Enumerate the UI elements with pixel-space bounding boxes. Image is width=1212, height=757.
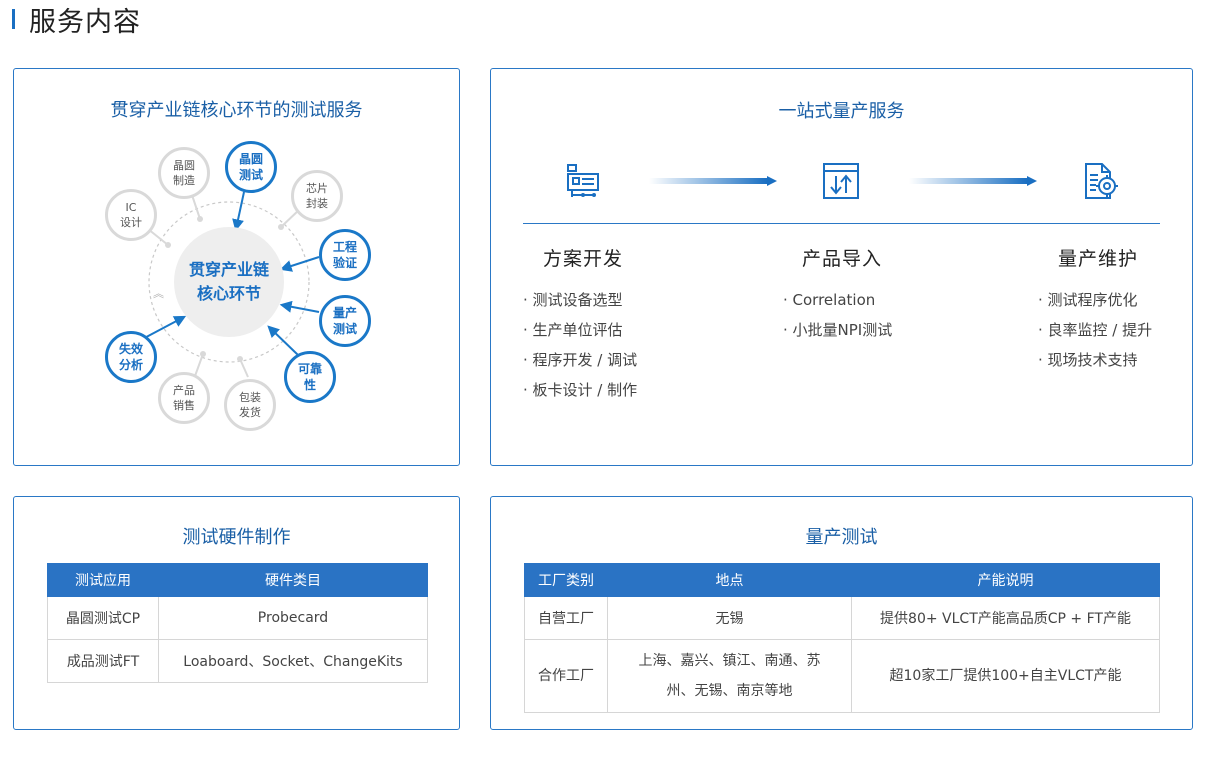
list-item: · 生产单位评估 — [523, 321, 623, 339]
node-chip-packaging: 芯片 封装 — [291, 170, 343, 222]
table-cell-multiline: 上海、嘉兴、镇江、南通、苏 州、无锡、南京等地 — [607, 639, 852, 713]
column-list: · Correlation · 小批量NPI测试 — [783, 285, 901, 345]
list-item: · 程序开发 / 调试 — [523, 351, 638, 369]
node-label: 产品 — [173, 384, 195, 397]
node-product-sales: 产品 销售 — [158, 372, 210, 424]
node-label: 包装 — [239, 391, 261, 404]
table-header-cell: 硬件类目 — [158, 563, 428, 597]
list-item: · Correlation — [783, 291, 876, 309]
column-list: · 测试程序优化 · 良率监控 / 提升 · 现场技术支持 — [1038, 285, 1158, 375]
mass-production-test-card: 量产测试 工厂类别 地点 产能说明 自营工厂 无锡 提供80+ VLCT产能高品… — [490, 496, 1193, 730]
section-divider — [523, 223, 1160, 224]
table-header-cell: 地点 — [607, 563, 852, 597]
node-reliability: 可靠性 — [284, 351, 336, 403]
node-label: 晶圆 — [173, 159, 195, 172]
flow-arrow-2 — [909, 176, 1037, 186]
node-label: 销售 — [173, 399, 195, 412]
column-title: 产品导入 — [801, 248, 882, 270]
list-item: · 测试设备选型 — [523, 291, 623, 309]
list-item: · 良率监控 / 提升 — [1038, 321, 1153, 339]
page-title: 服务内容 — [29, 6, 141, 38]
node-label: 晶圆 — [238, 152, 263, 166]
node-label: 量产 — [332, 306, 357, 320]
node-label: 分析 — [118, 358, 143, 372]
industry-chain-card: 贯穿产业链核心环节的测试服务 ︽ 贯穿产业链 核心环节 晶圆 制造 IC 设计 … — [13, 68, 460, 466]
test-hardware-title: 测试硬件制作 — [182, 527, 291, 548]
node-label: 失效 — [118, 342, 143, 356]
node-packing-shipping: 包装 发货 — [224, 379, 276, 431]
chevron-up-icon: ︽ — [153, 287, 164, 300]
column-solution-development: 方案开发 · 测试设备选型 · 生产单位评估 · 程序开发 / 调试 · 板卡设… — [523, 244, 643, 405]
node-ic-design: IC 设计 — [105, 189, 157, 241]
node-label: 制造 — [173, 174, 195, 187]
list-item: · 测试程序优化 — [1038, 291, 1138, 309]
center-label-line1: 贯穿产业链 — [188, 260, 269, 279]
document-gear-icon — [1085, 163, 1118, 199]
list-item: · 板卡设计 / 制作 — [523, 381, 638, 399]
test-hardware-card: 测试硬件制作 测试应用 硬件类目 晶圆测试CP Probecard 成品测试FT… — [13, 496, 460, 730]
table-cell: Probecard — [158, 596, 428, 640]
mass-production-test-title: 量产测试 — [805, 527, 878, 548]
location-line: 上海、嘉兴、镇江、南通、苏 — [638, 653, 821, 669]
table-cell: 自营工厂 — [524, 596, 608, 640]
node-label: 测试 — [238, 168, 263, 182]
onestop-title: 一站式量产服务 — [778, 101, 905, 122]
chain-center-circle: 贯穿产业链 核心环节 — [174, 227, 284, 337]
table-cell: 合作工厂 — [524, 639, 608, 713]
column-mass-production-maintenance: 量产维护 · 测试程序优化 · 良率监控 / 提升 · 现场技术支持 — [1038, 244, 1158, 375]
list-item: · 现场技术支持 — [1038, 351, 1138, 369]
location-line: 州、无锡、南京等地 — [666, 683, 793, 699]
center-label-line2: 核心环节 — [196, 284, 261, 303]
factory-table: 工厂类别 地点 产能说明 自营工厂 无锡 提供80+ VLCT产能高品质CP +… — [524, 563, 1160, 713]
title-accent-bar — [12, 9, 15, 29]
node-label: 可靠 — [297, 362, 322, 376]
node-label: 验证 — [332, 256, 357, 270]
table-cell: 超10家工厂提供100+自主VLCT产能 — [851, 639, 1160, 713]
node-failure-analysis: 失效 分析 — [105, 331, 157, 383]
hardware-table: 测试应用 硬件类目 晶圆测试CP Probecard 成品测试FT Loaboa… — [47, 563, 428, 683]
flowchart-icon — [567, 164, 599, 197]
table-header-row: 工厂类别 地点 产能说明 — [524, 563, 1160, 597]
node-mass-production-test: 量产 测试 — [319, 295, 371, 347]
node-label: 工程 — [332, 240, 357, 254]
node-label: 发货 — [239, 406, 261, 419]
onestop-service-card: 一站式量产服务 方案开发 · 测试设备选型 · 生产单位评估 · 程序开发 / … — [490, 68, 1193, 466]
table-header-cell: 测试应用 — [47, 563, 159, 597]
node-label: 设计 — [120, 216, 142, 229]
table-cell: 无锡 — [607, 596, 852, 640]
table-header-cell: 工厂类别 — [524, 563, 608, 597]
node-wafer-test: 晶圆 测试 — [225, 141, 277, 193]
column-list: · 测试设备选型 · 生产单位评估 · 程序开发 / 调试 · 板卡设计 / 制… — [523, 285, 643, 405]
list-item: · 小批量NPI测试 — [783, 321, 893, 339]
table-row: 晶圆测试CP Probecard — [47, 596, 428, 640]
import-icon — [823, 163, 859, 199]
table-cell: 晶圆测试CP — [47, 596, 159, 640]
table-cell: 成品测试FT — [47, 639, 159, 683]
node-label: 芯片 — [306, 182, 328, 195]
page-title-block: 服务内容 — [12, 2, 141, 38]
table-cell: Loaboard、Socket、ChangeKits — [158, 639, 428, 683]
table-cell: 提供80+ VLCT产能高品质CP + FT产能 — [851, 596, 1160, 640]
node-label: 性 — [303, 378, 316, 392]
flow-arrow-1 — [649, 176, 777, 186]
table-header-row: 测试应用 硬件类目 — [47, 563, 428, 597]
node-engineering-verification: 工程 验证 — [319, 229, 371, 281]
column-title: 量产维护 — [1057, 248, 1138, 270]
node-label: IC — [125, 201, 137, 214]
node-label: 封装 — [306, 197, 328, 210]
column-title: 方案开发 — [542, 248, 623, 270]
table-row: 自营工厂 无锡 提供80+ VLCT产能高品质CP + FT产能 — [524, 596, 1160, 640]
table-header-cell: 产能说明 — [851, 563, 1160, 597]
node-wafer-manufacturing: 晶圆 制造 — [158, 147, 210, 199]
table-row: 合作工厂 上海、嘉兴、镇江、南通、苏 州、无锡、南京等地 超10家工厂提供100… — [524, 639, 1160, 713]
column-product-introduction: 产品导入 · Correlation · 小批量NPI测试 — [783, 244, 901, 345]
table-row: 成品测试FT Loaboard、Socket、ChangeKits — [47, 639, 428, 683]
node-label: 测试 — [332, 322, 357, 336]
